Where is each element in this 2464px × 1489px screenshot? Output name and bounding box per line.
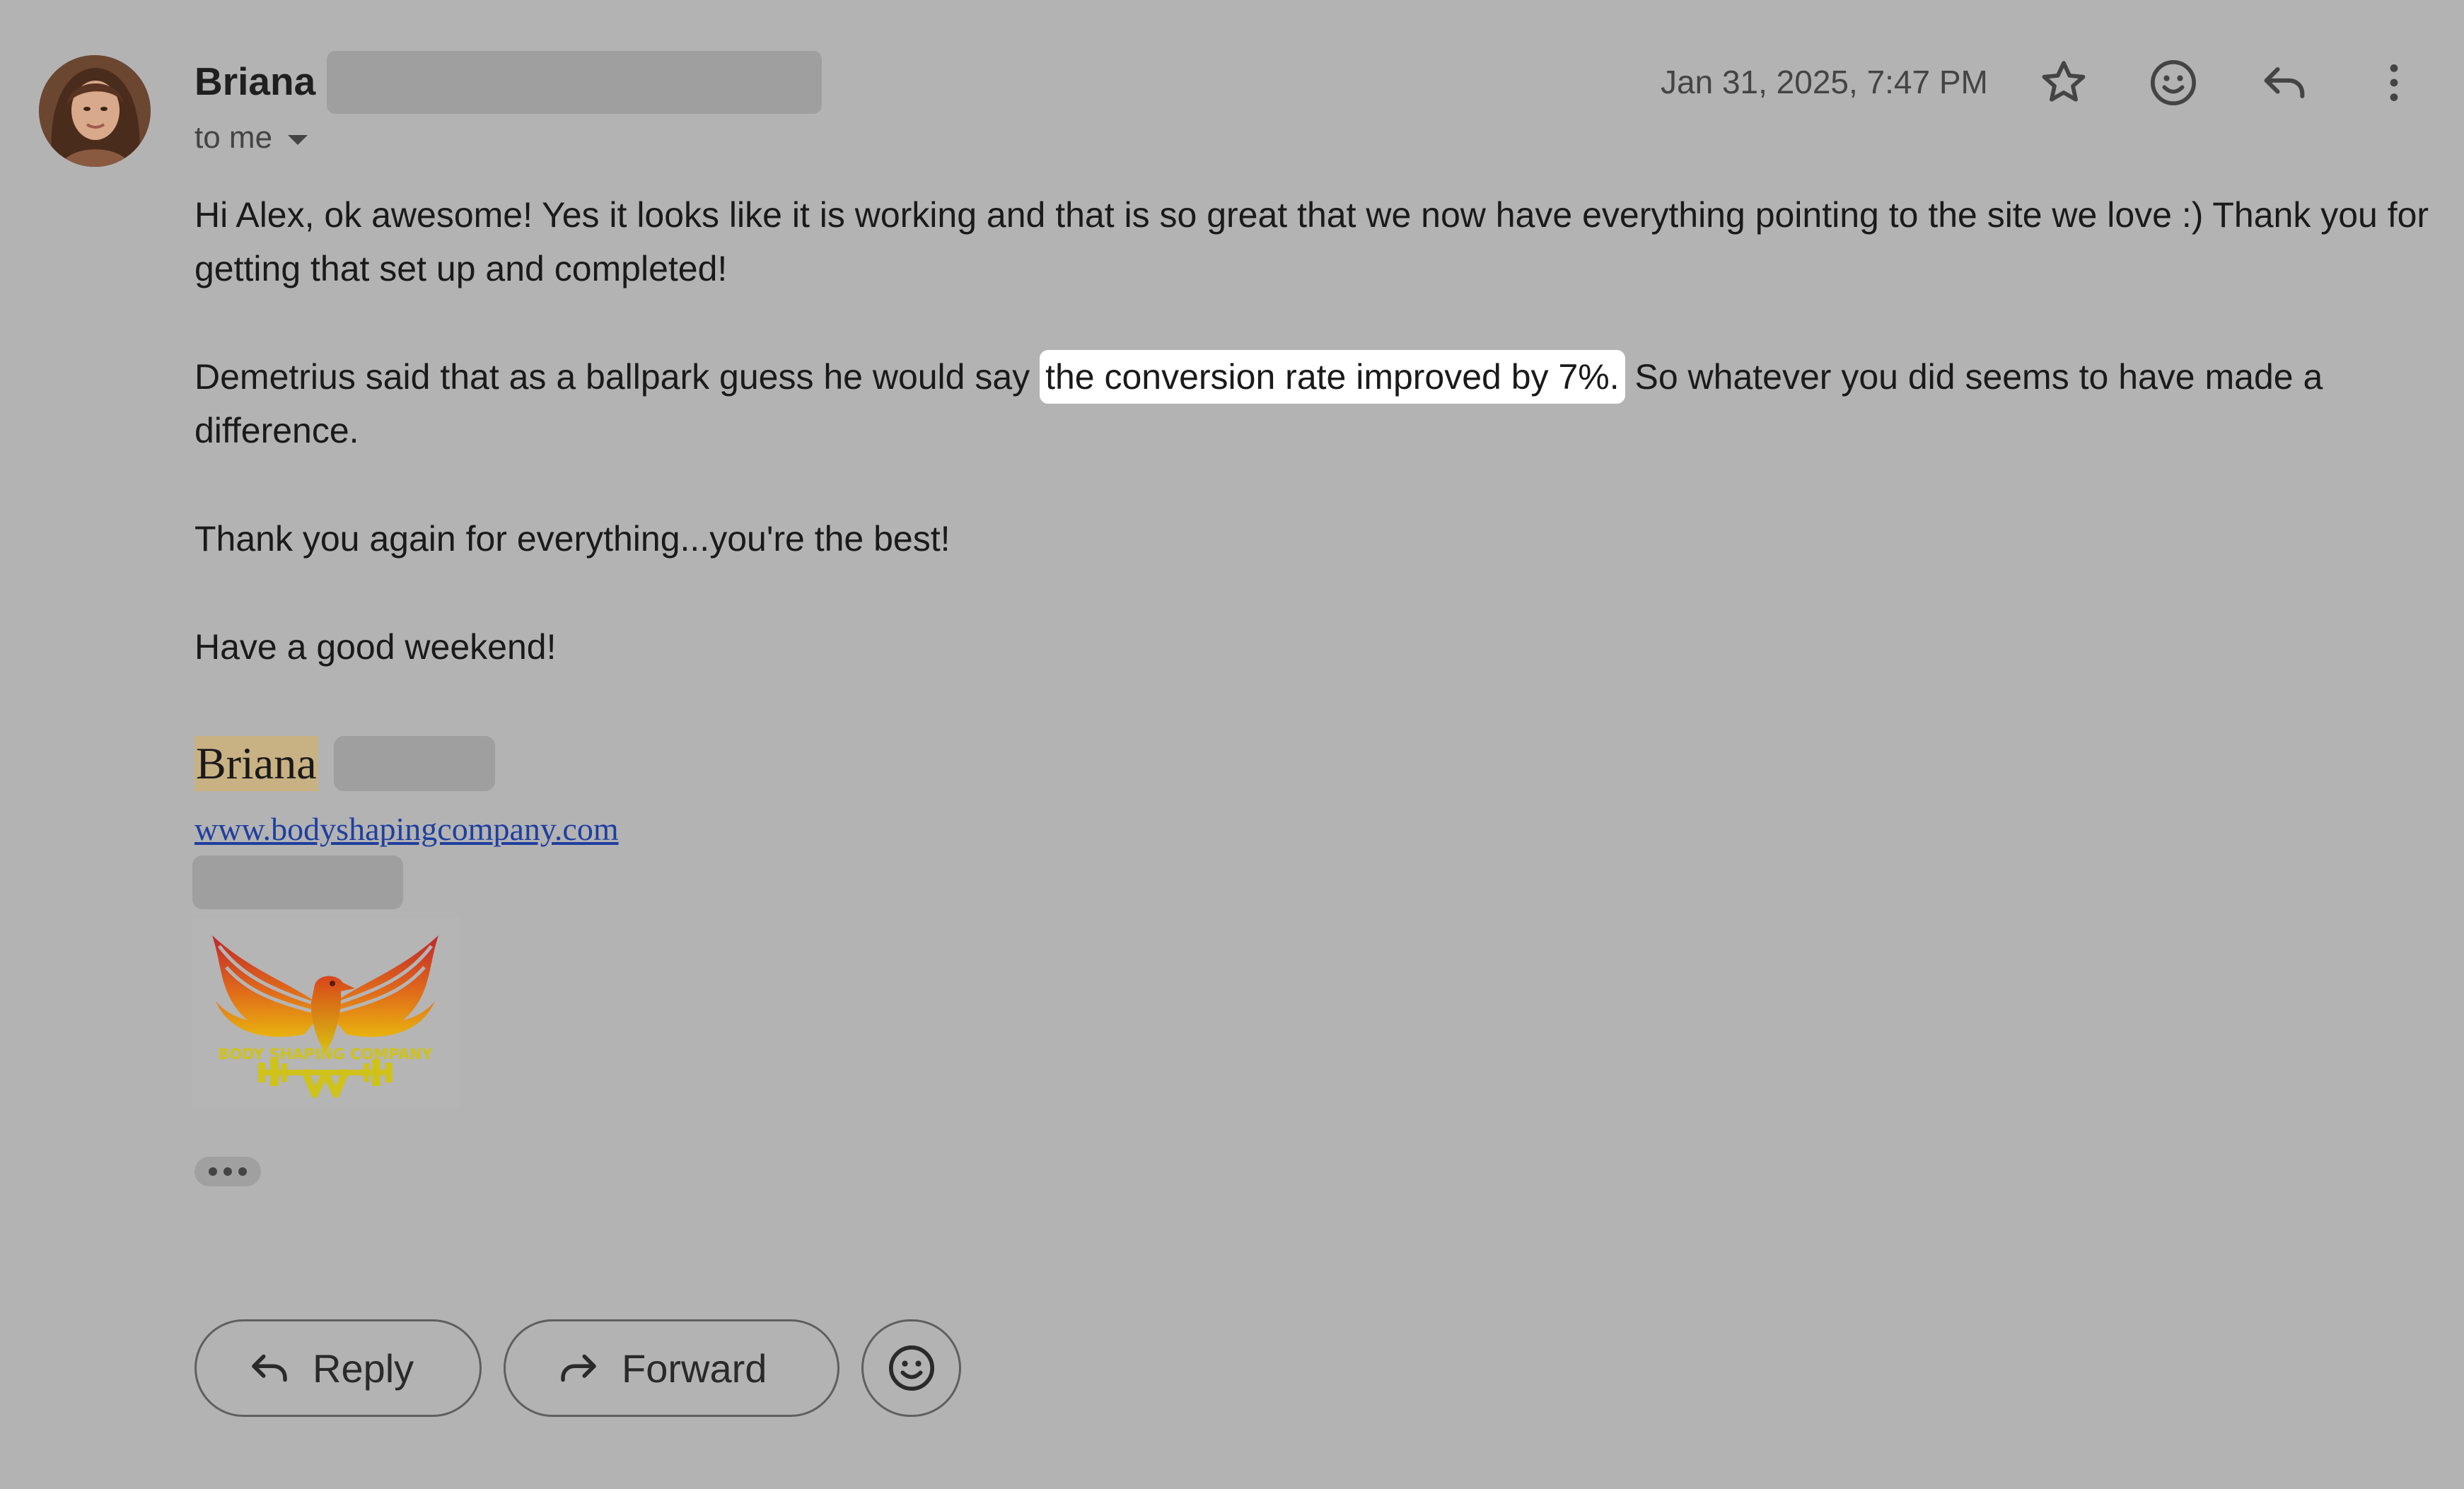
- message-paragraph-4: Have a good weekend!: [194, 627, 557, 667]
- more-options-button[interactable]: [2362, 51, 2426, 115]
- message-paragraph-3: Thank you again for everything...you're …: [194, 519, 951, 559]
- message-paragraph-1: Hi Alex, ok awesome! Yes it looks like i…: [194, 195, 2429, 288]
- star-button[interactable]: [2032, 51, 2096, 115]
- dot-icon: [209, 1167, 217, 1176]
- recipient-label: to me: [194, 120, 273, 155]
- message-paragraph-2: Demetrius said that as a ballpark guess …: [194, 350, 2429, 457]
- forward-footer-button[interactable]: Forward: [504, 1319, 839, 1417]
- sender-name[interactable]: Briana: [194, 57, 315, 106]
- star-icon: [2042, 61, 2086, 102]
- sender-avatar[interactable]: [39, 55, 151, 167]
- dot-icon: [223, 1167, 232, 1176]
- reply-icon: [2264, 66, 2305, 99]
- email-message-view: Briana to me Jan 31, 2025, 7:47 PM Hi Al…: [0, 0, 2464, 1489]
- caret-down-icon: [288, 135, 308, 145]
- avatar-photo: [39, 55, 151, 167]
- signature-website-link[interactable]: www.bodyshapingcompany.com: [194, 806, 619, 853]
- paragraph-2-text-start: Demetrius said that as a ballpark guess …: [194, 357, 1040, 397]
- redacted-signature-lastname: [334, 736, 495, 791]
- reply-icon: [252, 1354, 287, 1382]
- forward-icon: [561, 1354, 596, 1382]
- redacted-signature-phone: [192, 856, 403, 909]
- emoji-icon: [888, 1345, 934, 1391]
- show-trimmed-content-button[interactable]: [194, 1157, 261, 1186]
- reply-label: Reply: [313, 1345, 414, 1391]
- redacted-sender-email: [327, 51, 822, 114]
- add-reaction-button[interactable]: [2142, 51, 2205, 115]
- emoji-reaction-footer-button[interactable]: [861, 1319, 961, 1417]
- highlighted-text: the conversion rate improved by 7%.: [1040, 350, 1625, 404]
- more-vert-icon: [2390, 64, 2398, 101]
- dot-icon: [238, 1167, 247, 1176]
- signature-name: Briana: [194, 736, 318, 791]
- message-timestamp: Jan 31, 2025, 7:47 PM: [1661, 64, 1988, 100]
- forward-label: Forward: [622, 1345, 767, 1391]
- emoji-icon: [2151, 60, 2196, 105]
- reply-footer-button[interactable]: Reply: [194, 1319, 482, 1417]
- company-logo: BODY SHAPING COMPANY: [191, 918, 460, 1109]
- recipient-details-toggle[interactable]: to me: [194, 118, 308, 158]
- svg-text:BODY SHAPING COMPANY: BODY SHAPING COMPANY: [218, 1046, 433, 1063]
- reply-button[interactable]: [2253, 51, 2316, 115]
